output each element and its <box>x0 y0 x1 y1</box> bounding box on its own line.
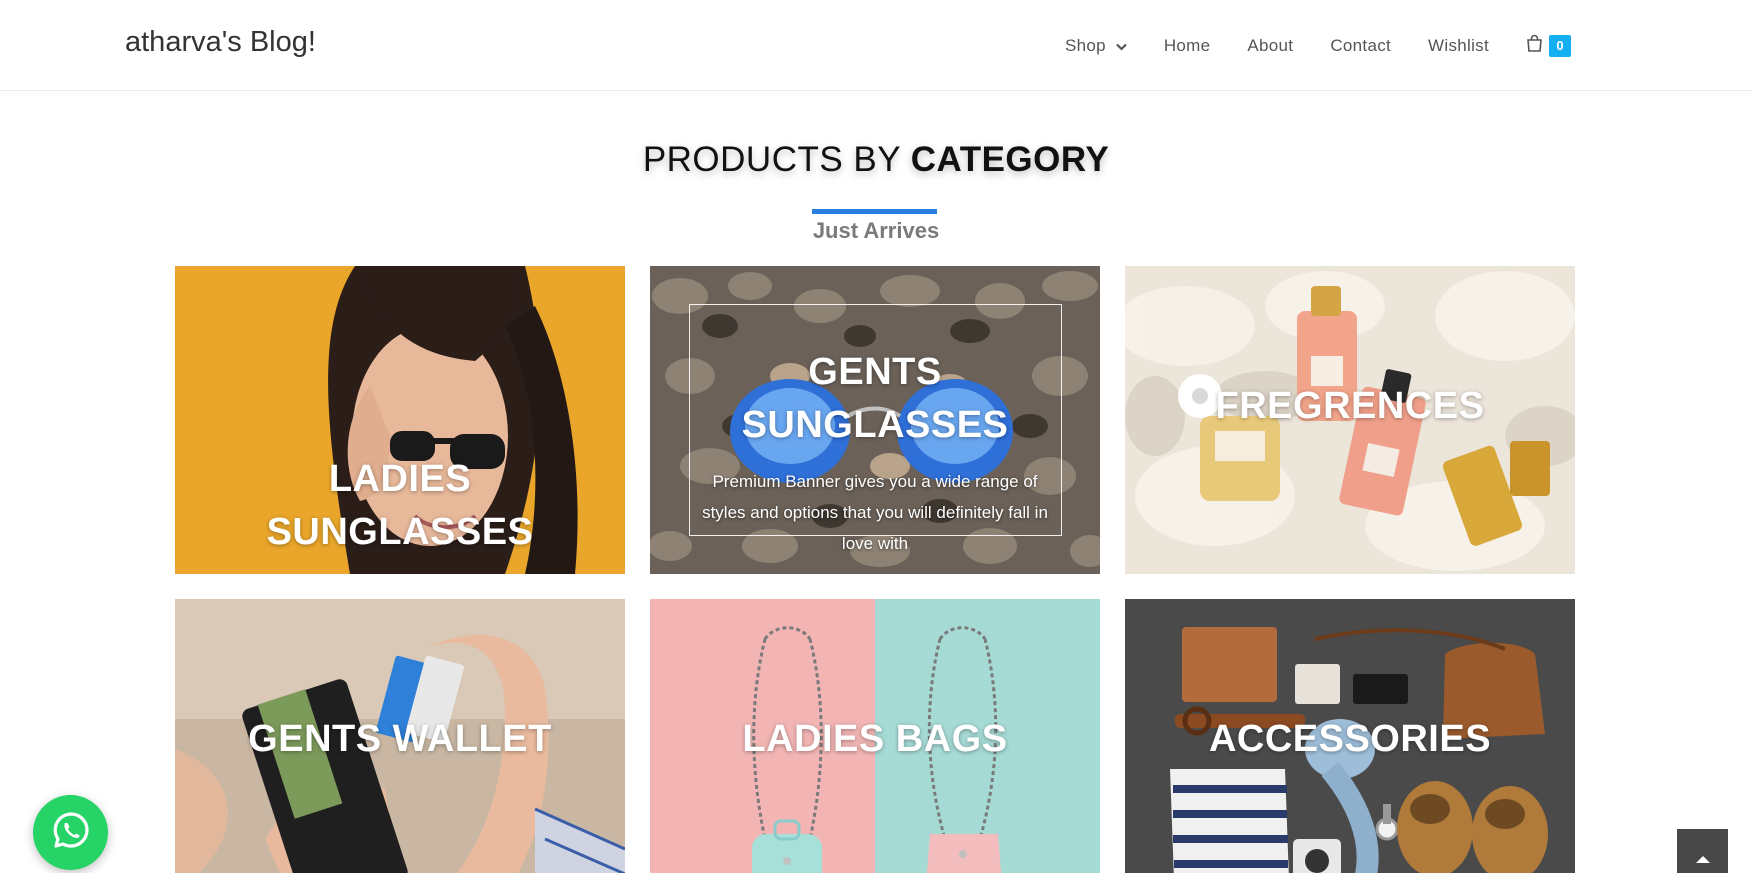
nav-item-home[interactable]: Home <box>1164 36 1211 56</box>
shopping-bag-icon <box>1526 34 1543 57</box>
section-title-plain: PRODUCTS BY <box>642 140 901 179</box>
category-title: FREGRENCES <box>1215 385 1485 427</box>
nav-item-wishlist[interactable]: Wishlist <box>1428 36 1489 56</box>
nav-item-shop[interactable]: Shop <box>1065 36 1127 56</box>
chevron-down-icon <box>1116 36 1127 56</box>
category-tile-fregrences[interactable]: FREGRENCES <box>1125 266 1575 574</box>
category-tile-accessories[interactable]: ACCESSORIES <box>1125 599 1575 873</box>
site-header: atharva's Blog! Shop Home About Contact … <box>0 0 1752 91</box>
whatsapp-icon <box>51 810 91 855</box>
section-title: PRODUCTS BY CATEGORY <box>0 140 1752 180</box>
cart-button[interactable]: 0 <box>1526 34 1571 57</box>
category-title: LADIES BAGS <box>742 718 1008 760</box>
nav-item-contact[interactable]: Contact <box>1330 36 1391 56</box>
nav-item-label: Shop <box>1064 35 1106 55</box>
category-tile-ladies-sunglasses[interactable]: LADIES SUNGLASSES <box>175 266 625 574</box>
section-subtitle: Just Arrives <box>812 218 940 243</box>
category-tile-gents-wallet[interactable]: GENTS WALLET <box>175 599 625 873</box>
main-nav: Shop Home About Contact Wishlist 0 <box>1065 0 1752 91</box>
nav-item-about[interactable]: About <box>1247 36 1293 56</box>
title-underline <box>812 209 937 214</box>
site-title[interactable]: atharva's Blog! <box>125 26 316 59</box>
category-tile-gents-sunglasses[interactable]: GENTS SUNGLASSES Premium Banner gives yo… <box>650 266 1100 574</box>
category-title: GENTS SUNGLASSES <box>741 351 1009 446</box>
chevron-up-icon <box>1695 851 1711 869</box>
category-title: ACCESSORIES <box>1208 718 1492 760</box>
category-title: LADIES SUNGLASSES <box>266 458 534 553</box>
category-tile-ladies-bags[interactable]: LADIES BAGS <box>650 599 1100 873</box>
category-title: GENTS WALLET <box>248 718 552 760</box>
section-title-bold: CATEGORY <box>910 140 1110 179</box>
cart-count-badge: 0 <box>1549 34 1571 57</box>
category-description: Premium Banner gives you a wide range of… <box>702 472 1048 553</box>
scroll-to-top-button[interactable] <box>1677 829 1728 873</box>
whatsapp-button[interactable] <box>33 795 108 870</box>
